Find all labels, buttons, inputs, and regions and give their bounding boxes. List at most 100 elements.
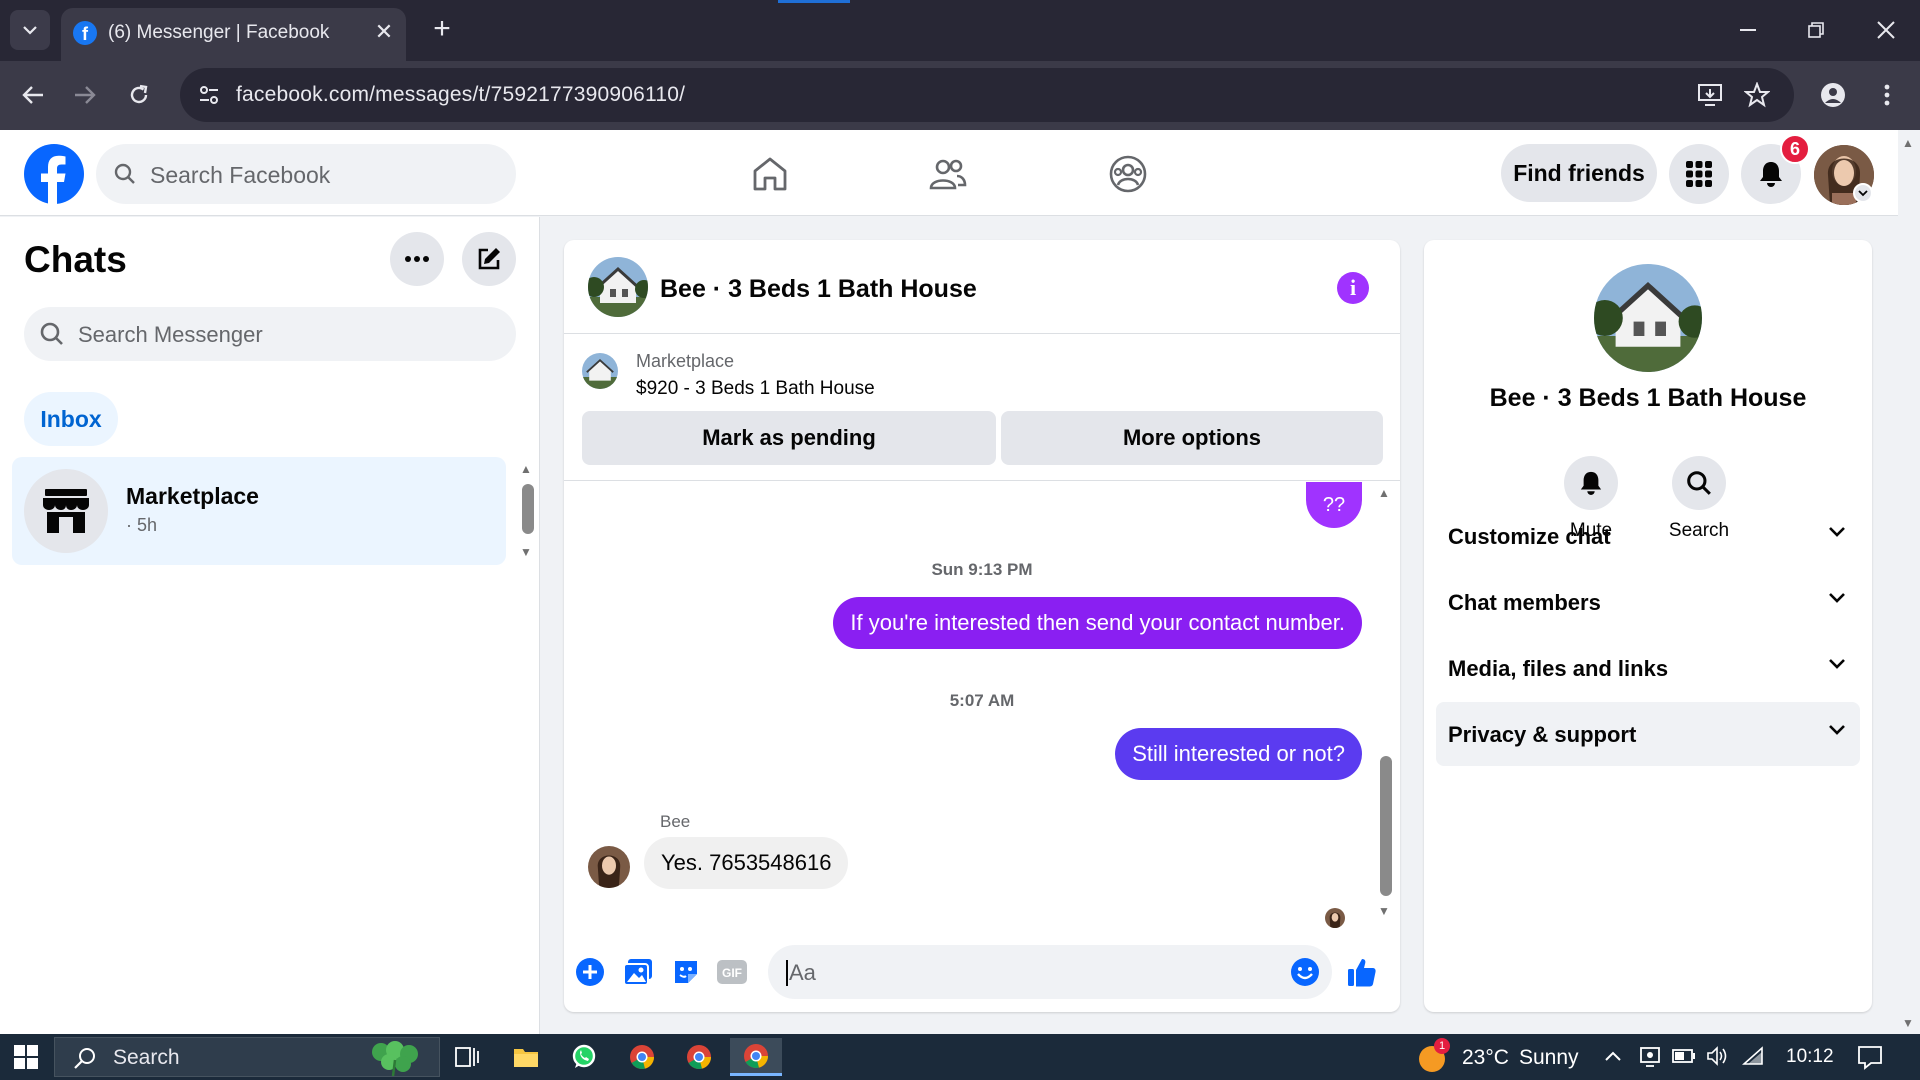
install-app-icon[interactable] bbox=[1697, 83, 1723, 107]
facebook-logo-icon[interactable] bbox=[24, 144, 84, 204]
conversation-header: Bee · 3 Beds 1 Bath House i bbox=[564, 240, 1400, 334]
file-explorer-button[interactable] bbox=[503, 1038, 549, 1076]
more-actions-button[interactable] bbox=[572, 954, 608, 990]
address-bar[interactable]: facebook.com/messages/t/7592177390906110… bbox=[180, 68, 1794, 122]
tab-title: (6) Messenger | Facebook bbox=[108, 22, 330, 43]
chevron-down-icon bbox=[23, 26, 37, 35]
marketplace-listing-banner: Marketplace $920 - 3 Beds 1 Bath House M… bbox=[564, 335, 1400, 481]
media-files-links-section[interactable]: Media, files and links bbox=[1436, 636, 1860, 700]
task-view-button[interactable] bbox=[444, 1038, 490, 1076]
page-scroll-down-arrow-icon[interactable]: ▼ bbox=[1902, 1016, 1914, 1030]
store-icon bbox=[43, 489, 89, 533]
browser-tab-bar: f (6) Messenger | Facebook ✕ + bbox=[0, 0, 1920, 61]
profile-button[interactable] bbox=[1812, 74, 1854, 116]
sender-avatar[interactable] bbox=[588, 846, 630, 888]
chat-list-item-marketplace[interactable]: Marketplace · 5h bbox=[12, 457, 506, 565]
taskbar-search-box[interactable]: Search bbox=[54, 1037, 440, 1077]
notification-center-icon[interactable] bbox=[1857, 1044, 1883, 1070]
attach-photo-button[interactable] bbox=[620, 954, 656, 990]
wifi-icon[interactable] bbox=[1742, 1046, 1764, 1066]
sidebar-scrollbar[interactable] bbox=[522, 484, 534, 534]
chrome-icon bbox=[744, 1043, 768, 1068]
site-settings-icon[interactable] bbox=[198, 84, 220, 106]
facebook-search-input[interactable]: Search Facebook bbox=[96, 144, 516, 204]
conversation-info-icon[interactable]: i bbox=[1337, 272, 1369, 304]
user-photo-icon bbox=[588, 846, 630, 888]
message-input-placeholder: Aa bbox=[786, 960, 816, 986]
mark-as-pending-button[interactable]: Mark as pending bbox=[582, 411, 996, 465]
privacy-support-section[interactable]: Privacy & support bbox=[1436, 702, 1860, 766]
message-composer: GIF Aa bbox=[564, 942, 1400, 1012]
sticker-button[interactable] bbox=[668, 954, 704, 990]
menu-button[interactable] bbox=[1669, 144, 1729, 204]
chrome-button-active[interactable] bbox=[730, 1038, 782, 1076]
message-bubble-outgoing[interactable]: If you're interested then send your cont… bbox=[833, 597, 1362, 649]
message-bubble-outgoing[interactable]: ?? bbox=[1306, 482, 1362, 528]
tab-search-button[interactable] bbox=[10, 10, 50, 50]
customize-chat-section[interactable]: Customize chat bbox=[1436, 504, 1860, 568]
windows-start-icon[interactable] bbox=[8, 1042, 44, 1072]
scroll-up-arrow-icon[interactable]: ▲ bbox=[520, 462, 532, 476]
meet-now-icon[interactable] bbox=[1639, 1045, 1661, 1067]
browser-tab-messenger[interactable]: f (6) Messenger | Facebook ✕ bbox=[61, 8, 406, 61]
weather-description[interactable]: Sunny bbox=[1519, 1046, 1579, 1070]
message-bubble-incoming[interactable]: Yes. 7653548616 bbox=[644, 837, 849, 889]
more-horizontal-icon bbox=[405, 256, 429, 262]
url-text[interactable]: facebook.com/messages/t/7592177390906110… bbox=[236, 83, 685, 107]
bookmark-star-icon[interactable] bbox=[1744, 82, 1770, 108]
more-options-button[interactable]: More options bbox=[1001, 411, 1383, 465]
chrome-button-1[interactable] bbox=[619, 1038, 665, 1076]
taskbar-clock[interactable]: 10:12 bbox=[1786, 1046, 1834, 1068]
page-scroll-up-arrow-icon[interactable]: ▲ bbox=[1902, 136, 1914, 150]
gif-button[interactable]: GIF bbox=[714, 954, 750, 990]
scroll-up-arrow-icon[interactable]: ▲ bbox=[1378, 486, 1390, 500]
find-friends-button[interactable]: Find friends bbox=[1501, 144, 1657, 202]
tab-close-icon[interactable]: ✕ bbox=[372, 20, 396, 44]
account-menu-chevron-icon[interactable] bbox=[1853, 183, 1873, 203]
bell-icon bbox=[1580, 471, 1602, 495]
grid-menu-icon bbox=[1686, 161, 1712, 187]
listing-thumbnail[interactable] bbox=[582, 353, 618, 389]
new-message-button[interactable] bbox=[462, 232, 516, 286]
nav-friends[interactable] bbox=[918, 144, 978, 204]
nav-groups[interactable] bbox=[1098, 144, 1158, 204]
chat-members-section[interactable]: Chat members bbox=[1436, 570, 1860, 634]
reload-button[interactable] bbox=[118, 74, 160, 116]
battery-icon[interactable] bbox=[1672, 1048, 1696, 1064]
listing-title[interactable]: $920 - 3 Beds 1 Bath House bbox=[636, 378, 875, 400]
chat-options-button[interactable] bbox=[390, 232, 444, 286]
back-button[interactable] bbox=[12, 74, 54, 116]
message-input[interactable]: Aa bbox=[768, 945, 1332, 999]
search-placeholder: Search Facebook bbox=[150, 162, 331, 188]
messenger-search-input[interactable]: Search Messenger bbox=[24, 307, 516, 361]
restore-button[interactable] bbox=[1786, 8, 1846, 52]
chevron-down-icon bbox=[1829, 527, 1845, 537]
scroll-down-arrow-icon[interactable]: ▼ bbox=[520, 545, 532, 559]
close-window-button[interactable] bbox=[1856, 8, 1916, 52]
inbox-filter-tab[interactable]: Inbox bbox=[24, 392, 118, 446]
speaker-icon[interactable] bbox=[1706, 1046, 1728, 1066]
browser-menu-button[interactable] bbox=[1866, 74, 1908, 116]
section-label: Privacy & support bbox=[1448, 722, 1637, 747]
scroll-down-arrow-icon[interactable]: ▼ bbox=[1378, 904, 1390, 918]
minimize-button[interactable] bbox=[1718, 8, 1778, 52]
whatsapp-button[interactable] bbox=[561, 1038, 607, 1076]
new-tab-button[interactable]: + bbox=[426, 14, 458, 46]
conversation-title[interactable]: Bee · 3 Beds 1 Bath House bbox=[660, 275, 977, 304]
taskbar-search-label: Search bbox=[113, 1046, 180, 1069]
shamrock-icon bbox=[372, 1041, 418, 1076]
weather-temperature[interactable]: 23°C bbox=[1462, 1046, 1509, 1070]
chevron-up-icon[interactable] bbox=[1604, 1050, 1622, 1062]
chrome-button-2[interactable] bbox=[676, 1038, 722, 1076]
forward-button[interactable] bbox=[64, 74, 106, 116]
messages-scrollbar[interactable] bbox=[1380, 756, 1392, 896]
send-like-button[interactable] bbox=[1344, 954, 1380, 990]
chats-heading: Chats bbox=[24, 239, 127, 280]
emoji-icon[interactable] bbox=[1290, 957, 1320, 987]
whatsapp-icon bbox=[572, 1044, 596, 1068]
section-label: Chat members bbox=[1448, 590, 1601, 615]
nav-home[interactable] bbox=[740, 144, 800, 204]
message-bubble-outgoing[interactable]: Still interested or not? bbox=[1115, 728, 1362, 780]
details-avatar[interactable] bbox=[1594, 264, 1702, 372]
conversation-avatar[interactable] bbox=[588, 257, 648, 317]
